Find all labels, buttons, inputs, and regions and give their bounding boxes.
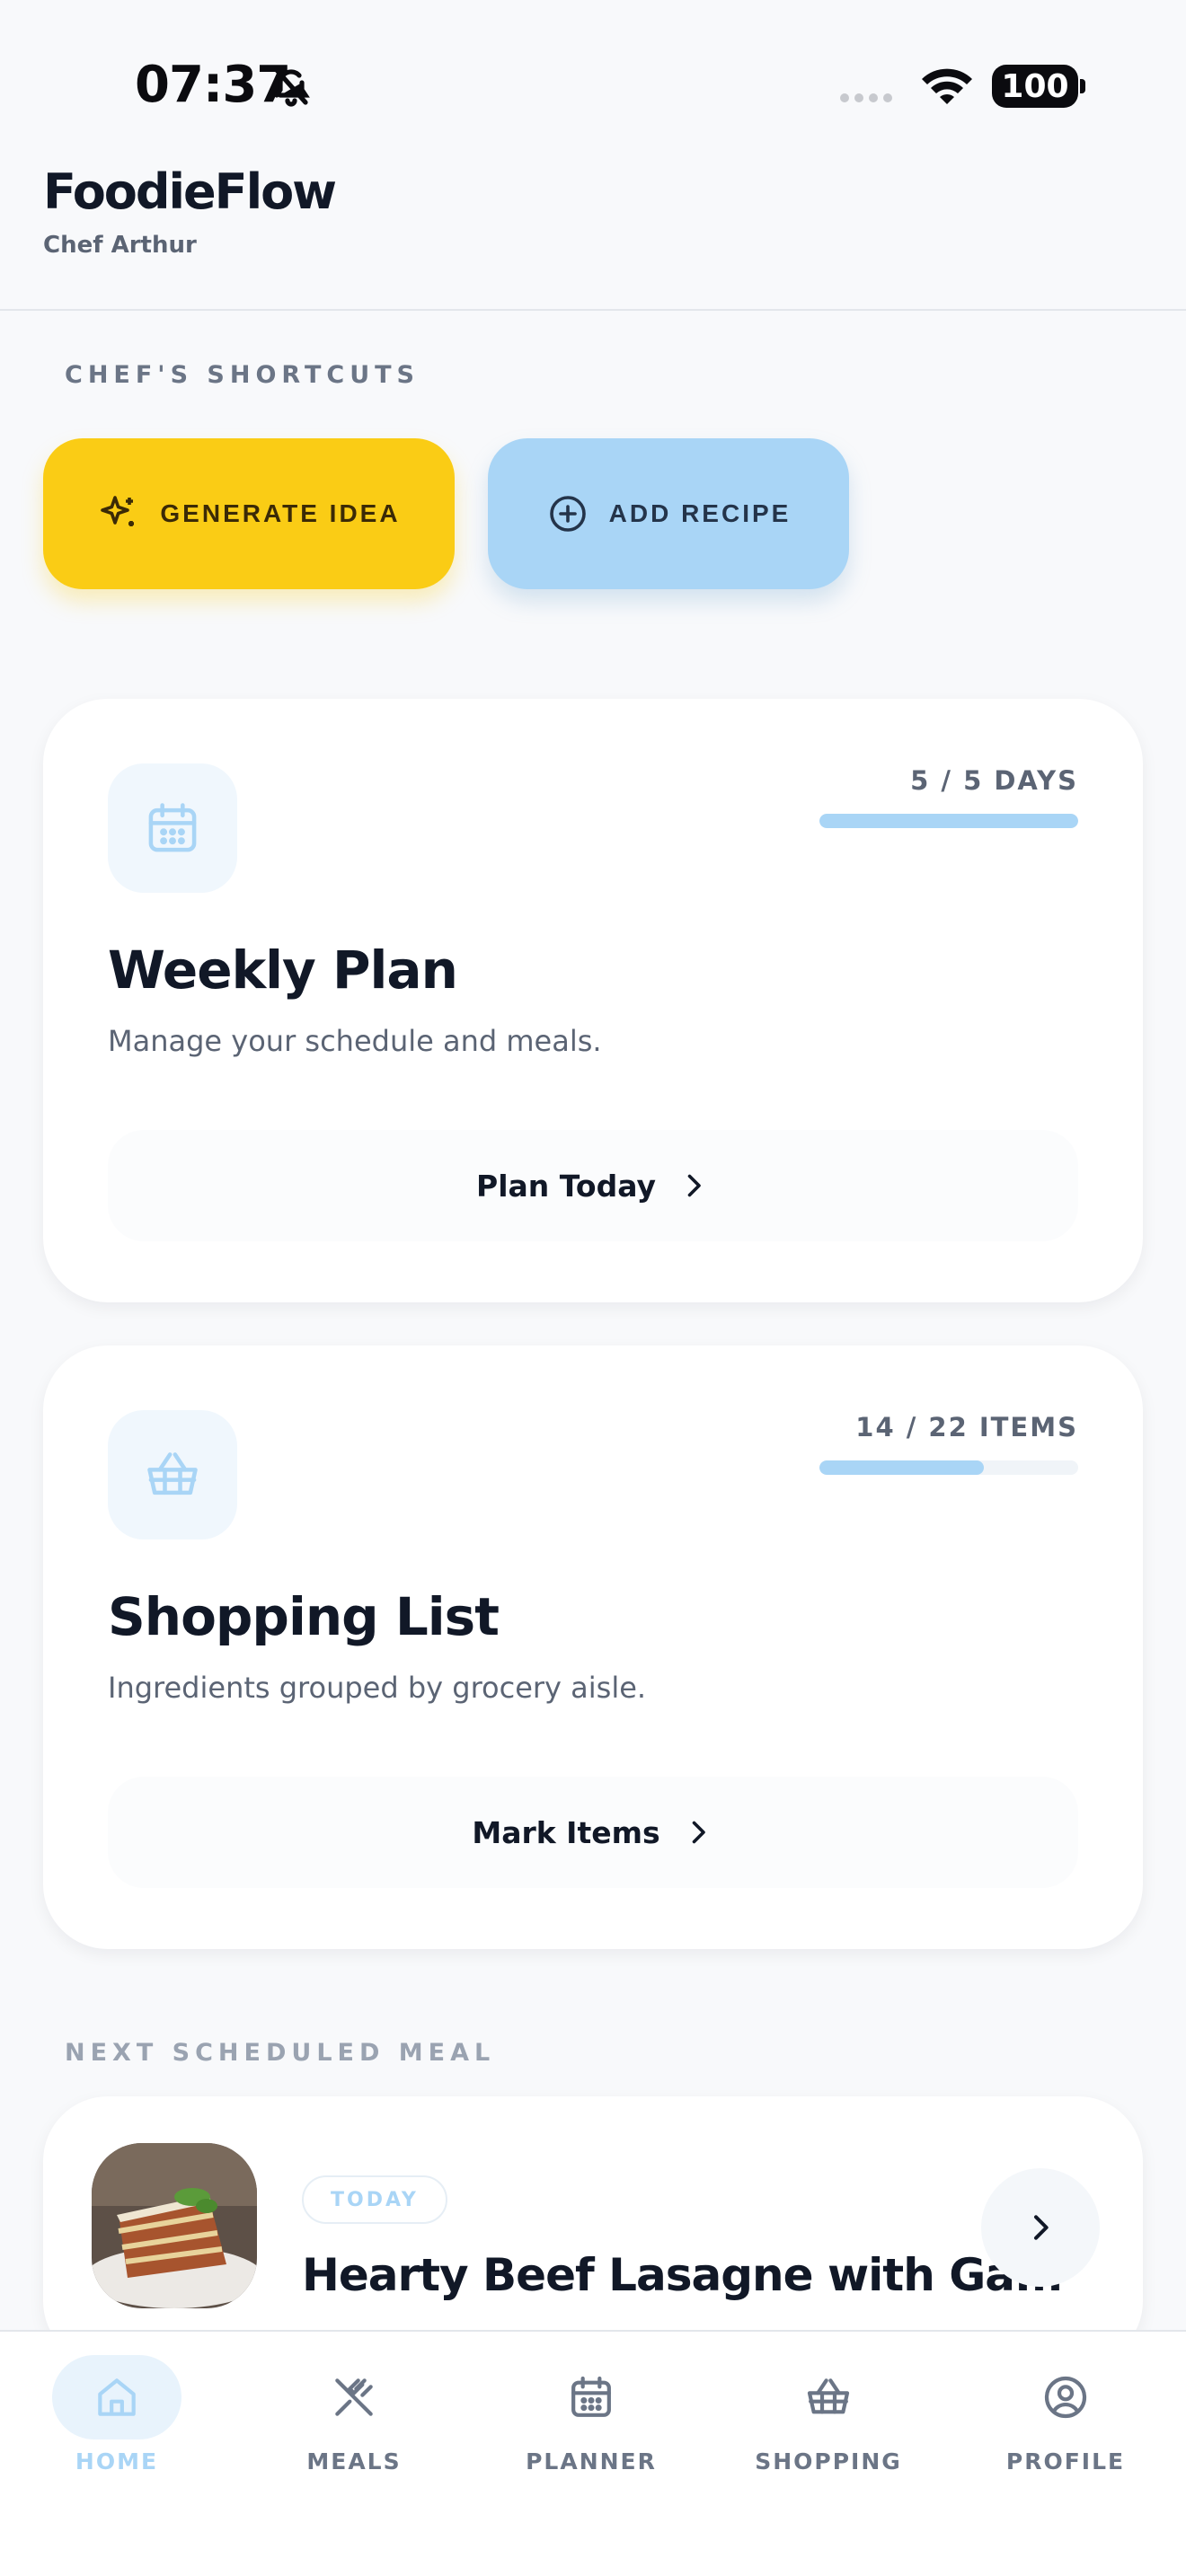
chevron-right-icon bbox=[1034, 2215, 1049, 2240]
add-recipe-label: ADD RECIPE bbox=[608, 499, 792, 527]
tab-planner-label: PLANNER bbox=[526, 2448, 657, 2475]
shopping-list-progress-text: 14 / 22 ITEMS bbox=[855, 1412, 1078, 1442]
wifi-icon bbox=[922, 68, 972, 104]
utensils-icon bbox=[335, 2378, 373, 2416]
shopping-list-card[interactable]: 14 / 22 ITEMS Shopping List Ingredients … bbox=[43, 1345, 1143, 1949]
next-meal-card[interactable]: TODAY Hearty Beef Lasagne with Ga... bbox=[43, 2096, 1143, 2366]
bell-slash-icon bbox=[274, 67, 310, 107]
tab-shopping[interactable]: SHOPPING bbox=[739, 2332, 918, 2511]
cellular-signal-icon bbox=[840, 93, 892, 102]
app-title: FoodieFlow bbox=[43, 163, 337, 220]
shortcuts-section-label: CHEF'S SHORTCUTS bbox=[65, 361, 420, 389]
tab-profile[interactable]: PROFILE bbox=[976, 2332, 1155, 2511]
plan-today-label: Plan Today bbox=[476, 1168, 656, 1204]
weekly-plan-card[interactable]: 5 / 5 DAYS Weekly Plan Manage your sched… bbox=[43, 699, 1143, 1302]
chevron-right-icon bbox=[692, 1821, 705, 1844]
shopping-list-description: Ingredients grouped by grocery aisle. bbox=[108, 1671, 647, 1705]
plan-today-button[interactable]: Plan Today bbox=[108, 1130, 1078, 1241]
shopping-list-title: Shopping List bbox=[108, 1586, 500, 1647]
basket-icon bbox=[807, 2378, 850, 2414]
weekly-plan-description: Manage your schedule and meals. bbox=[108, 1024, 602, 1058]
home-icon bbox=[98, 2378, 136, 2416]
meal-title: Hearty Beef Lasagne with Ga... bbox=[302, 2249, 1064, 2301]
today-badge: TODAY bbox=[302, 2175, 447, 2224]
app-header: FoodieFlow Chef Arthur bbox=[0, 162, 1186, 311]
weekly-plan-title: Weekly Plan bbox=[108, 940, 458, 1001]
tab-profile-label: PROFILE bbox=[1005, 2448, 1126, 2475]
tab-meals[interactable]: MEALS bbox=[264, 2332, 444, 2511]
battery-indicator: 100 bbox=[992, 65, 1085, 108]
user-circle-icon bbox=[1044, 2376, 1087, 2419]
plus-circle-icon bbox=[549, 496, 586, 532]
tab-home-label: HOME bbox=[75, 2448, 159, 2475]
bottom-tab-bar: HOME MEALS PLANNER SHOPPING PROFILE bbox=[0, 2330, 1186, 2576]
meal-image bbox=[92, 2143, 257, 2308]
basket-icon bbox=[147, 1452, 198, 1495]
mark-items-button[interactable]: Mark Items bbox=[108, 1777, 1078, 1888]
generate-idea-label: GENERATE IDEA bbox=[160, 499, 401, 527]
calendar-icon bbox=[571, 2376, 611, 2417]
weekly-plan-progress-text: 5 / 5 DAYS bbox=[910, 765, 1078, 796]
add-recipe-button[interactable]: ADD RECIPE bbox=[488, 438, 849, 589]
tab-home[interactable]: HOME bbox=[27, 2332, 207, 2511]
mark-items-label: Mark Items bbox=[472, 1814, 660, 1850]
tab-meals-label: MEALS bbox=[306, 2448, 402, 2475]
tab-shopping-label: SHOPPING bbox=[755, 2448, 902, 2475]
shopping-list-progress-bar bbox=[819, 1460, 1078, 1475]
weekly-plan-progress-bar bbox=[819, 814, 1078, 828]
calendar-icon bbox=[148, 803, 197, 852]
weekly-plan-progress-fill bbox=[819, 814, 1078, 828]
status-bar: 07:37 100 bbox=[0, 0, 1186, 162]
shopping-list-progress-fill bbox=[819, 1460, 985, 1475]
generate-idea-button[interactable]: GENERATE IDEA bbox=[43, 438, 455, 589]
weekly-plan-icon-container bbox=[108, 763, 237, 893]
meal-open-button[interactable] bbox=[981, 2168, 1100, 2287]
shopping-list-icon-container bbox=[108, 1410, 237, 1539]
user-name: Chef Arthur bbox=[43, 232, 197, 259]
next-meal-section-label: NEXT SCHEDULED MEAL bbox=[65, 2039, 496, 2067]
tab-planner[interactable]: PLANNER bbox=[501, 2332, 681, 2511]
sparkles-icon bbox=[101, 496, 135, 526]
chevron-right-icon bbox=[687, 1174, 701, 1197]
status-time: 07:37 bbox=[135, 56, 291, 114]
